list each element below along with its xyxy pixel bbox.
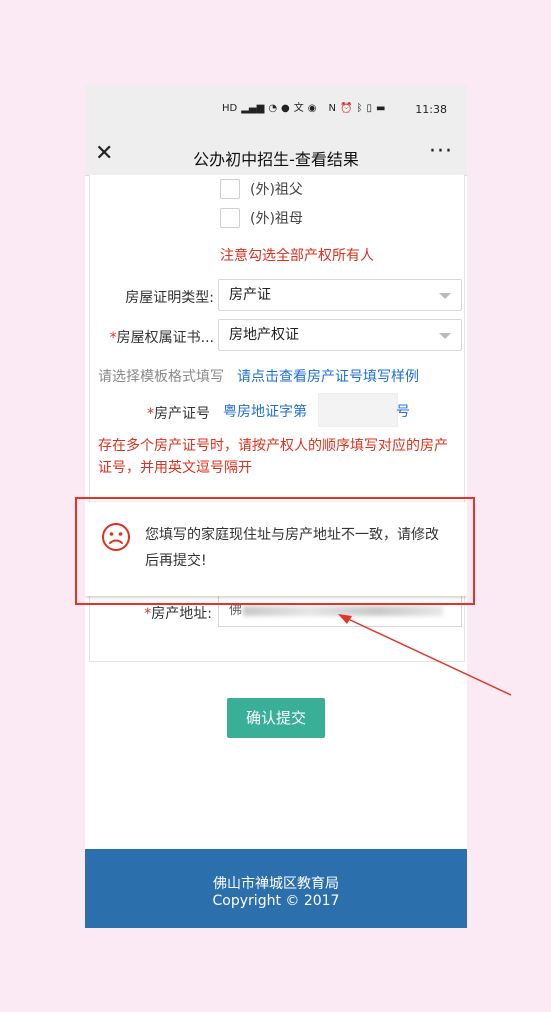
- required-mark: *: [147, 406, 154, 422]
- cert-prefix: 粤房地证字第: [223, 404, 307, 420]
- checkbox-label: (外)祖父: [250, 182, 303, 198]
- bluetooth-icon: ᛒ: [356, 103, 363, 114]
- owners-notice: 注意勾选全部产权所有人: [220, 248, 374, 264]
- proof-type-value: 房产证: [229, 287, 271, 303]
- address-label: *房产地址:: [130, 603, 212, 623]
- toast-message: 您填写的家庭现住址与房产地址不一致，请修改后再提交!: [145, 527, 439, 569]
- notification-icon: ◉: [307, 103, 317, 114]
- cert-number-input[interactable]: [318, 393, 398, 427]
- status-bar: HD ▂▄▆ ◔ ● 文 ◉ N ⏰ ᛒ ▯ ▬ 11:38: [85, 85, 467, 137]
- required-mark: *: [109, 330, 117, 346]
- sad-face-icon: [102, 523, 130, 551]
- battery-icon: ▬: [375, 103, 386, 114]
- cert-suffix: 号: [396, 404, 410, 420]
- footer: 佛山市禅城区教育局 Copyright © 2017: [85, 849, 467, 928]
- status-icons: HD ▂▄▆ ◔ ● 文 ◉ N ⏰ ᛒ ▯ ▬: [222, 103, 385, 115]
- address-input[interactable]: 佛: [218, 595, 462, 627]
- footer-org: 佛山市禅城区教育局: [213, 876, 339, 892]
- app-icon: ●: [281, 103, 290, 114]
- template-example-link[interactable]: 请点击查看房产证号填写样例: [237, 366, 419, 386]
- ownership-cert-select[interactable]: 房地产权证: [218, 319, 462, 351]
- multi-cert-notice: 存在多个房产证号时，请按产权人的顺序填写对应的房产证号，并用英文逗号隔开: [98, 438, 448, 476]
- vibrate-icon: ▯: [366, 103, 372, 114]
- hd-icon: HD: [222, 103, 238, 114]
- clock: 11:38: [415, 103, 447, 116]
- cert-number-label: *房产证号: [130, 403, 210, 423]
- cert-number-label-text: 房产证号: [154, 406, 210, 422]
- footer-copyright: Copyright © 2017: [212, 893, 340, 909]
- alarm-icon: ⏰: [340, 103, 353, 114]
- ownership-cert-label-text: 房屋权属证书...: [116, 330, 214, 346]
- checkbox-row[interactable]: (外)祖父: [220, 179, 303, 199]
- template-hint: 请选择模板格式填写: [98, 369, 224, 385]
- phone-screen: HD ▂▄▆ ◔ ● 文 ◉ N ⏰ ᛒ ▯ ▬ 11:38 ✕ 公办初中招生-…: [85, 85, 467, 928]
- blurred-address: [243, 606, 443, 616]
- chevron-down-icon: [439, 293, 451, 299]
- ownership-cert-label: *房屋权属证书...: [94, 327, 214, 347]
- checkbox-label: (外)祖母: [250, 211, 303, 227]
- nfc-icon: N: [328, 103, 336, 114]
- page-title: 公办初中招生-查看结果: [193, 150, 359, 169]
- submit-button[interactable]: 确认提交: [227, 698, 325, 738]
- proof-type-select[interactable]: 房产证: [218, 279, 462, 311]
- checkbox[interactable]: [220, 208, 240, 228]
- chevron-down-icon: [439, 333, 451, 339]
- more-menu-icon[interactable]: ···: [429, 139, 453, 164]
- address-value: 佛: [229, 603, 243, 618]
- checkbox-row[interactable]: (外)祖母: [220, 208, 303, 228]
- error-toast: 您填写的家庭现住址与房产地址不一致，请修改后再提交!: [85, 502, 467, 596]
- checkbox[interactable]: [220, 179, 240, 199]
- wifi-icon: ◔: [268, 103, 278, 114]
- translate-icon: 文: [293, 103, 304, 114]
- title-bar: ✕ 公办初中招生-查看结果 ···: [85, 137, 467, 176]
- signal-icon: ▂▄▆: [241, 103, 265, 114]
- ownership-cert-value: 房地产权证: [229, 327, 299, 343]
- proof-type-label: 房屋证明类型:: [125, 290, 214, 306]
- address-label-text: 房产地址:: [151, 606, 212, 622]
